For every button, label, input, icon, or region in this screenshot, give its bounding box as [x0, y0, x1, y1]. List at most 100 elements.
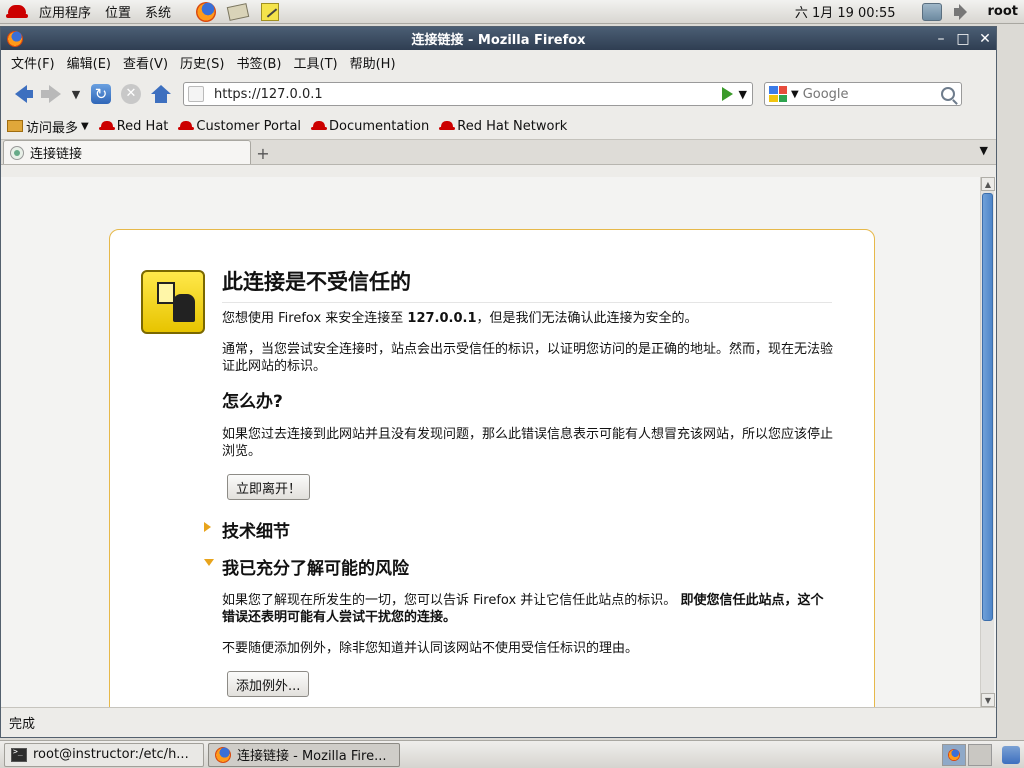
stop-button[interactable]: ✕	[117, 80, 145, 108]
reload-button[interactable]: ↻	[87, 80, 115, 108]
bookmark-label: Customer Portal	[196, 118, 302, 134]
stop-icon: ✕	[121, 84, 141, 104]
redhat-icon	[178, 120, 195, 132]
firefox-icon	[215, 746, 231, 763]
cert-error-box: 此连接是不受信任的 您想使用 Firefox 来安全连接至 127.0.0.1，…	[109, 229, 875, 707]
intro-suffix: ，但是我们无法确认此连接为安全的。	[476, 311, 698, 326]
maximize-button[interactable]: □	[952, 28, 974, 50]
back-arrow-icon	[15, 85, 33, 103]
menu-bookmarks[interactable]: 书签(B)	[230, 53, 287, 72]
risks-normal-text: 如果您了解现在所发生的一切，您可以告诉 Firefox 并让它信任此站点的标识。	[222, 593, 677, 608]
menu-system[interactable]: 系统	[145, 2, 171, 21]
chevron-down-icon: ▼	[81, 120, 89, 132]
forward-button[interactable]	[37, 80, 65, 108]
bottom-taskbar: root@instructor:/etc/h... 连接链接 - Mozilla…	[0, 740, 1024, 768]
page-favicon-icon	[10, 145, 24, 160]
tab-bar: 连接链接 + ▼	[1, 139, 996, 165]
scroll-down-button[interactable]: ▼	[981, 693, 995, 707]
volume-icon[interactable]	[952, 3, 972, 21]
notes-launcher[interactable]	[258, 1, 282, 23]
history-dropdown[interactable]: ▼	[67, 80, 85, 108]
firefox-icon	[948, 748, 960, 761]
panel-right: 六 1月 19 00:55 root	[795, 0, 1024, 24]
error-title: 此连接是不受信任的	[222, 266, 832, 303]
search-bar: ▼	[764, 82, 962, 106]
what-to-do-heading: 怎么办?	[222, 392, 283, 412]
leave-now-button[interactable]: 立即离开！	[227, 474, 311, 500]
go-icon[interactable]	[721, 87, 733, 101]
site-identity-icon[interactable]	[188, 86, 204, 102]
tab-list-dropdown-icon[interactable]: ▼	[980, 144, 988, 157]
status-bar: 完成	[1, 707, 996, 737]
url-text[interactable]: https://127.0.0.1	[210, 87, 722, 102]
menu-view[interactable]: 查看(V)	[117, 53, 174, 72]
firefox-launcher[interactable]	[194, 1, 218, 23]
search-icon[interactable]	[941, 87, 955, 101]
menu-history[interactable]: 历史(S)	[174, 53, 230, 72]
google-engine-icon[interactable]	[769, 86, 787, 102]
bookmark-label: Red Hat	[116, 118, 169, 134]
bookmark-customer-portal[interactable]: Customer Portal	[178, 119, 301, 134]
window-titlebar[interactable]: 连接链接 - Mozilla Firefox – □ ✕	[1, 27, 996, 50]
menu-tools[interactable]: 工具(T)	[288, 53, 344, 72]
window-controls: – □ ✕	[930, 28, 996, 50]
workspace-switcher	[942, 743, 1020, 766]
search-input[interactable]	[802, 86, 941, 102]
understand-risks-toggle[interactable]: 我已充分了解可能的风险	[222, 554, 409, 579]
bookmark-label: Documentation	[329, 118, 430, 134]
folder-icon	[7, 120, 23, 132]
page-content: 此连接是不受信任的 您想使用 Firefox 来安全连接至 127.0.0.1，…	[1, 177, 996, 707]
home-icon	[151, 85, 171, 103]
add-exception-button[interactable]: 添加例外...	[227, 671, 310, 697]
task-firefox[interactable]: 连接链接 - Mozilla Fire...	[208, 742, 400, 767]
workspace-2[interactable]	[968, 743, 992, 766]
task-label: 连接链接 - Mozilla Fire...	[237, 749, 387, 764]
tab-active[interactable]: 连接链接	[3, 140, 251, 164]
close-button[interactable]: ✕	[974, 28, 996, 50]
menubar: 文件(F) 编辑(E) 查看(V) 历史(S) 书签(B) 工具(T) 帮助(H…	[1, 50, 996, 75]
terminal-icon	[11, 747, 27, 762]
minimize-button[interactable]: –	[930, 28, 952, 50]
window-title: 连接链接 - Mozilla Firefox	[411, 33, 586, 48]
back-button[interactable]	[7, 80, 35, 108]
url-dropdown-icon[interactable]: ▼	[739, 88, 747, 101]
new-tab-button[interactable]: +	[251, 142, 275, 164]
menu-file[interactable]: 文件(F)	[5, 53, 61, 72]
scroll-thumb[interactable]	[982, 193, 993, 621]
menu-places[interactable]: 位置	[105, 2, 131, 21]
home-button[interactable]	[147, 80, 175, 108]
menu-help[interactable]: 帮助(H)	[344, 53, 402, 72]
bookmark-red-hat[interactable]: Red Hat	[98, 118, 169, 134]
network-icon[interactable]	[921, 2, 942, 21]
panel-clock[interactable]: 六 1月 19 00:55	[795, 2, 896, 21]
vertical-scrollbar[interactable]: ▲ ▼	[980, 177, 995, 707]
bookmark-red-hat-network[interactable]: Red Hat Network	[439, 119, 567, 134]
menu-edit[interactable]: 编辑(E)	[61, 53, 117, 72]
bookmark-most-visited[interactable]: 访问最多 ▼	[7, 117, 89, 136]
tab-label: 连接链接	[30, 147, 83, 162]
bookmark-documentation[interactable]: Documentation	[311, 119, 429, 134]
firefox-window: 连接链接 - Mozilla Firefox – □ ✕ 文件(F) 编辑(E)…	[0, 26, 997, 738]
url-bar[interactable]: https://127.0.0.1 ▼	[183, 82, 753, 106]
task-terminal[interactable]: root@instructor:/etc/h...	[4, 742, 204, 767]
mail-launcher[interactable]	[226, 1, 250, 23]
reload-icon: ↻	[91, 84, 111, 104]
chevron-down-icon: ▼	[71, 87, 81, 101]
notes-icon	[261, 2, 280, 21]
show-desktop-icon[interactable]	[1002, 745, 1020, 764]
redhat-logo-icon[interactable]	[6, 4, 28, 20]
error-intro: 您想使用 Firefox 来安全连接至 127.0.0.1，但是我们无法确认此连…	[222, 310, 840, 327]
scroll-up-button[interactable]: ▲	[981, 177, 995, 191]
workspace-1[interactable]	[942, 743, 966, 766]
collapse-down-icon[interactable]	[204, 559, 214, 566]
firefox-window-icon[interactable]	[7, 30, 23, 47]
engine-dropdown-icon[interactable]: ▼	[791, 89, 799, 100]
expand-right-icon[interactable]	[204, 522, 211, 532]
status-text: 完成	[9, 717, 36, 732]
task-label: root@instructor:/etc/h...	[33, 747, 189, 762]
panel-user[interactable]: root	[988, 4, 1019, 19]
menu-applications[interactable]: 应用程序	[39, 2, 91, 21]
intro-host: 127.0.0.1	[407, 311, 477, 326]
technical-details-toggle[interactable]: 技术细节	[222, 517, 290, 542]
mail-icon	[226, 2, 250, 21]
